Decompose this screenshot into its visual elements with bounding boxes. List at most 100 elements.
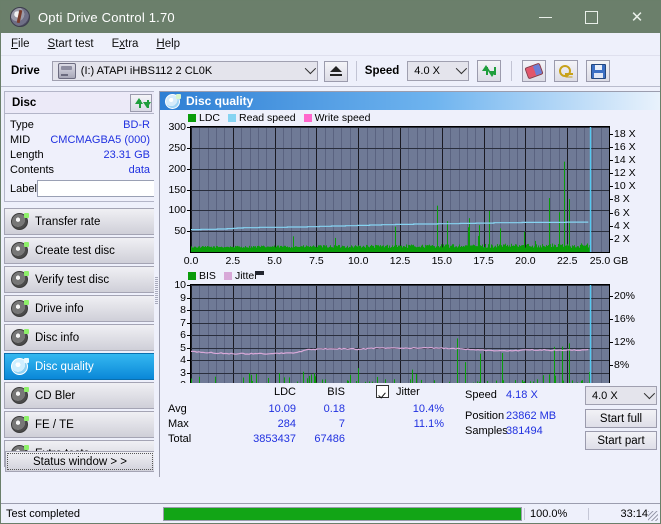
- y2-axis-tick: 8 X: [614, 193, 630, 206]
- drive-select[interactable]: (I:) ATAPI iHBS112 2 CL0K: [51, 61, 318, 81]
- y-axis-tick: 150: [168, 183, 186, 196]
- start-full-button[interactable]: Start full: [585, 409, 657, 428]
- sidebar-item-disc-info[interactable]: Disc info: [4, 324, 156, 351]
- eject-icon: [329, 66, 342, 76]
- status-window-button-label: Status window > >: [33, 455, 127, 468]
- erase-button[interactable]: [522, 60, 547, 82]
- eject-button[interactable]: [323, 60, 348, 82]
- refresh-icon: [482, 64, 497, 78]
- disc-row-length-label: Length: [10, 148, 44, 161]
- menu-start-test[interactable]: Start test: [48, 38, 94, 50]
- sidebar-nav: Transfer rate Create test disc Verify te…: [4, 208, 156, 467]
- y-axis-tick: 9: [180, 291, 186, 304]
- disc-refresh-button[interactable]: [130, 93, 152, 112]
- legend-entry: Write speed: [303, 112, 371, 124]
- disc-quality-icon: [165, 93, 181, 109]
- sidebar-item-label: CD Bler: [35, 389, 76, 402]
- y2-axis-tick: 12 X: [614, 167, 636, 180]
- refresh-icon: [135, 97, 151, 109]
- y2-axis-tick: 10 X: [614, 180, 636, 193]
- y-axis-tick: 300: [168, 121, 186, 133]
- sidebar-item-label: FE / TE: [35, 418, 74, 431]
- y-axis-tick: 7: [180, 316, 186, 329]
- menu-bar: File Start test Extra Help: [1, 33, 660, 56]
- disc-row-type-value: BD-R: [123, 118, 150, 131]
- x-axis-tick: 20.0: [515, 255, 536, 267]
- control-speed-label: Speed: [465, 389, 497, 401]
- menu-help[interactable]: Help: [156, 38, 180, 50]
- disc-row-length-value: 23.31 GB: [103, 148, 150, 161]
- test-speed-select-value: 4.0 X: [592, 389, 618, 402]
- jitter-checkbox[interactable]: [376, 385, 389, 398]
- menu-extra[interactable]: Extra: [112, 38, 139, 50]
- sidebar-item-label: Verify test disc: [35, 273, 110, 286]
- refresh-button[interactable]: [477, 60, 502, 82]
- start-part-button[interactable]: Start part: [585, 431, 657, 450]
- disc-test-icon: [11, 213, 29, 230]
- y2-axis-tick: 20%: [614, 290, 636, 303]
- sidebar-item-create-test-disc[interactable]: Create test disc: [4, 237, 156, 264]
- sidebar-item-cd-bler[interactable]: CD Bler: [4, 382, 156, 409]
- y-axis-tick: 100: [168, 204, 186, 217]
- legend-entry: Read speed: [228, 112, 296, 124]
- legend-entry: LDC: [188, 112, 220, 124]
- chevron-down-icon: [643, 387, 656, 399]
- body: Disc Type BD-R MID CMCMAGBA5 (000) Lengt…: [1, 87, 660, 477]
- speed-select[interactable]: 4.0 X: [407, 61, 470, 81]
- status-window-button[interactable]: Status window > >: [5, 451, 155, 472]
- control-position-value: 23862 MB: [506, 410, 557, 422]
- ldc-chart-plot: [190, 126, 610, 253]
- key-icon: [559, 65, 574, 77]
- sidebar-item-disc-quality[interactable]: Disc quality: [4, 353, 156, 380]
- legend-label: Read speed: [239, 112, 296, 124]
- progress-bar: [163, 506, 522, 521]
- chevron-down-icon: [304, 62, 316, 75]
- disc-label-row: Label: [10, 180, 242, 197]
- start-part-label: Start part: [597, 434, 645, 447]
- disc-test-icon: [11, 242, 29, 259]
- close-button[interactable]: ✕: [614, 1, 660, 33]
- status-text: Test completed: [6, 507, 80, 520]
- stats-row-max-label: Max: [168, 418, 189, 430]
- drive-label: Drive: [11, 65, 40, 77]
- key-button[interactable]: [554, 60, 579, 82]
- menu-file[interactable]: File: [11, 38, 30, 50]
- stats-max-jitter: 11.1%: [413, 418, 444, 430]
- resize-grip[interactable]: [648, 511, 658, 521]
- disc-quality-icon: [11, 358, 29, 375]
- start-full-label: Start full: [599, 412, 643, 425]
- legend-entry: Jitter: [223, 270, 258, 282]
- disc-label-caption: Label: [10, 182, 37, 195]
- disc-test-icon: [11, 271, 29, 288]
- stats-avg-ldc: 10.09: [268, 403, 296, 415]
- x-axis-tick: 15.0: [431, 255, 453, 267]
- sidebar: Disc Type BD-R MID CMCMAGBA5 (000) Lengt…: [1, 87, 242, 477]
- control-samples-label: Samples: [465, 425, 508, 437]
- sidebar-item-fe-te[interactable]: FE / TE: [4, 411, 156, 438]
- disc-row-mid-label: MID: [10, 133, 31, 146]
- y-axis-tick: 8: [180, 304, 186, 316]
- control-samples-value: 381494: [506, 425, 543, 437]
- disc-test-icon: [11, 416, 29, 433]
- maximize-button[interactable]: [568, 1, 614, 33]
- toolbar-separator-1: [355, 61, 357, 81]
- legend-swatch: [188, 114, 196, 122]
- y-axis-tick: 6: [180, 329, 186, 341]
- stats-header-bis: BIS: [327, 386, 345, 398]
- test-speed-select[interactable]: 4.0 X: [585, 386, 657, 405]
- disc-info-rows: Type BD-R MID CMCMAGBA5 (000) Length 23.…: [5, 114, 242, 201]
- main-header: Disc quality: [160, 92, 660, 110]
- x-axis-tick: 2.5: [225, 255, 241, 267]
- sidebar-item-verify-test-disc[interactable]: Verify test disc: [4, 266, 156, 293]
- control-speed-value: 4.18 X: [506, 389, 538, 401]
- disc-row-type-label: Type: [10, 118, 34, 131]
- disc-panel-title: Disc: [12, 96, 37, 109]
- disc-panel-header: Disc: [5, 92, 155, 114]
- save-icon: [590, 63, 606, 79]
- minimize-button[interactable]: [522, 1, 568, 33]
- save-button[interactable]: [586, 60, 611, 82]
- legend-label: LDC: [199, 112, 221, 124]
- sidebar-item-transfer-rate[interactable]: Transfer rate: [4, 208, 156, 235]
- disc-row-contents-value: data: [128, 163, 150, 176]
- sidebar-item-drive-info[interactable]: Drive info: [4, 295, 156, 322]
